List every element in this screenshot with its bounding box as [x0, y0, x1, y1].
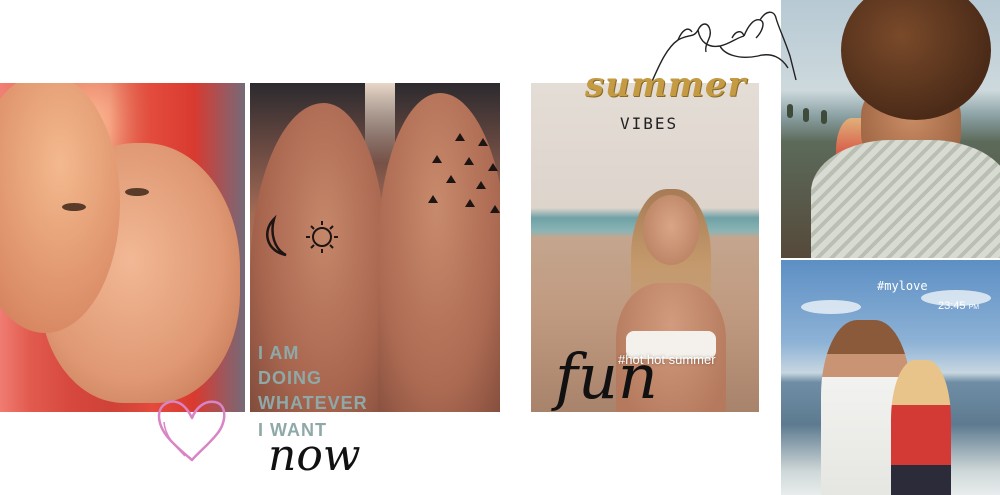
- triangle-tattoo: [478, 138, 488, 146]
- eye: [62, 203, 86, 211]
- fun-script-text: fun: [555, 340, 658, 413]
- quote-line-3: WHATEVER: [258, 393, 368, 413]
- triangle-tattoo: [476, 181, 486, 189]
- summer-script-text: summer: [585, 65, 747, 105]
- quote-line-1: I AM: [258, 343, 300, 363]
- heart-doodle-icon: [157, 400, 226, 462]
- palm-tree: [803, 108, 809, 122]
- photo-red-hair-women: [0, 83, 245, 412]
- triangle-tattoo: [465, 199, 475, 207]
- clock-readout: 23:45 PM: [938, 300, 979, 312]
- triangle-tattoo: [428, 195, 438, 203]
- triangle-tattoo: [464, 157, 474, 165]
- triangle-tattoo: [490, 205, 500, 213]
- triangle-tattoo: [455, 133, 465, 141]
- triangle-tattoo: [432, 155, 442, 163]
- triangle-tattoo: [446, 175, 456, 183]
- clock-time: 23:45: [938, 300, 966, 312]
- photo-couple-hug: [781, 260, 1000, 495]
- striped-shirt: [811, 140, 1000, 258]
- vibes-text: VIBES: [620, 114, 679, 133]
- eye: [125, 188, 149, 196]
- hashtag-mylove: #mylove: [877, 279, 928, 293]
- quote-line-2: DOING: [258, 368, 323, 388]
- moon-sun-tattoo: [266, 214, 338, 257]
- photo-beach-couple: [781, 0, 1000, 258]
- palm-tree: [821, 110, 827, 124]
- palm-tree: [787, 104, 793, 118]
- head: [643, 195, 699, 265]
- triangle-tattoo: [488, 163, 498, 171]
- woman-red-top: [891, 360, 951, 495]
- now-script-text: now: [268, 430, 361, 481]
- clock-ampm: PM: [968, 304, 980, 311]
- cloud: [801, 300, 861, 314]
